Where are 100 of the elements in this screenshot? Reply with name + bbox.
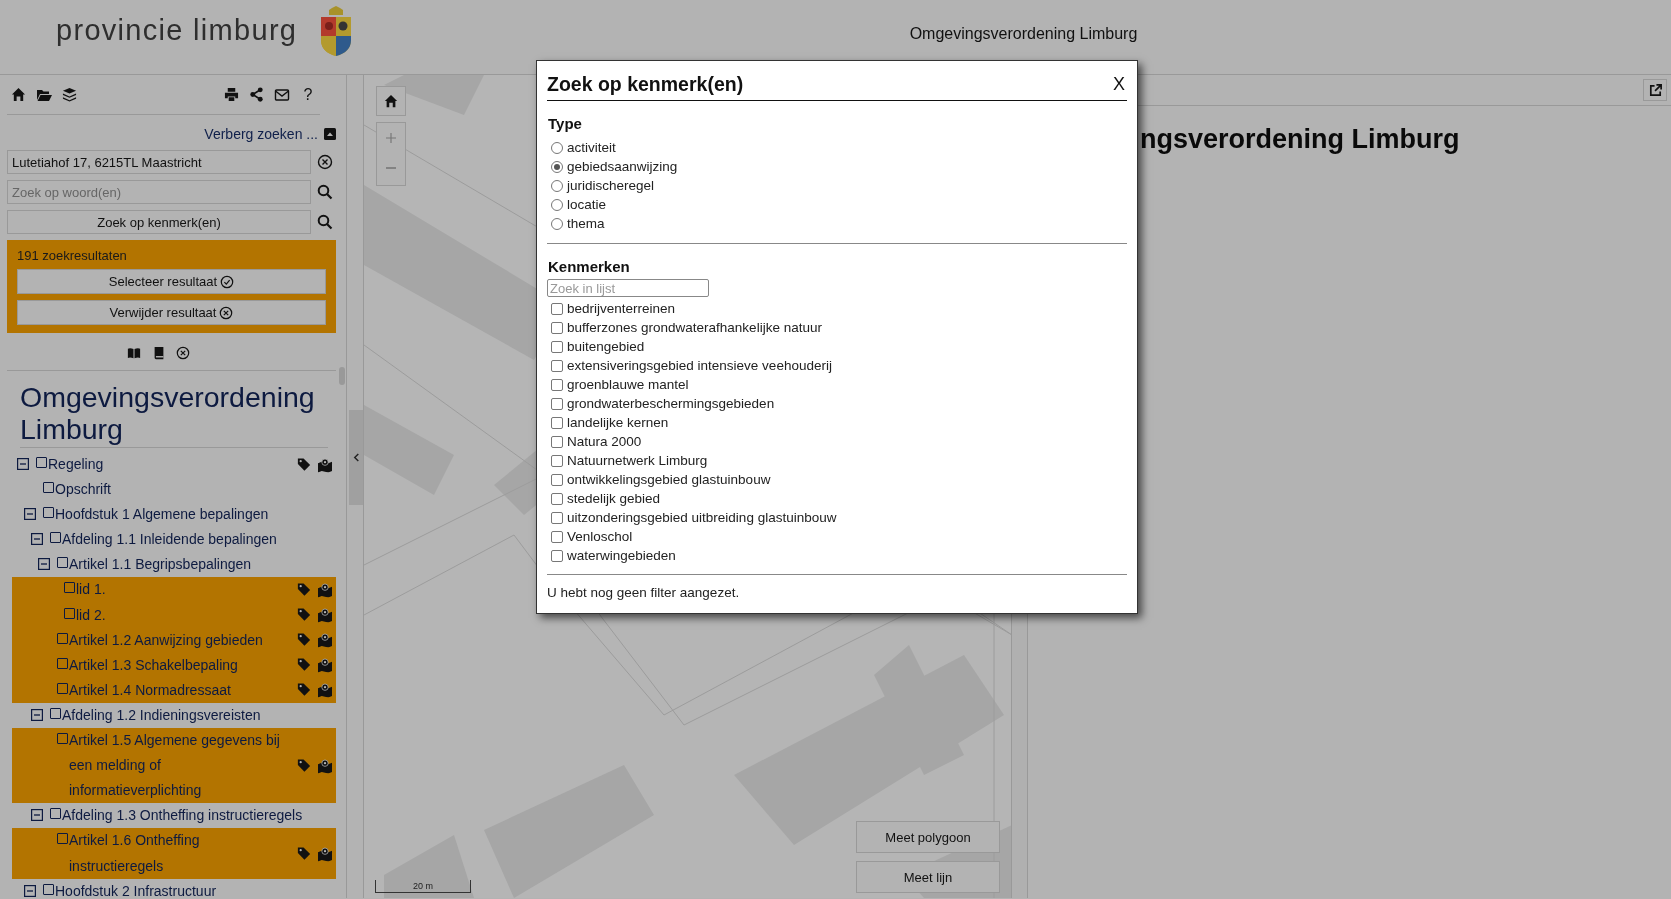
checkbox[interactable] [551,454,563,467]
tree-item[interactable]: lid 2. [76,602,336,628]
checkbox[interactable] [64,607,75,619]
checkbox[interactable] [57,733,68,745]
clear-icon[interactable] [317,154,333,170]
tree-item[interactable]: Artikel 1.1 Begripsbepalingen [69,552,336,578]
print-icon[interactable] [224,87,239,102]
checkbox[interactable] [551,359,563,372]
option-label[interactable]: buitengebied [567,339,645,354]
option-label[interactable]: landelijke kernen [567,415,669,430]
open-book-icon[interactable] [126,346,142,360]
tree-item[interactable]: Opschrift [55,477,336,503]
tree-item[interactable]: Artikel 1.2 Aanwijzing gebieden [69,627,336,653]
scrollbar-thumb[interactable] [339,367,345,385]
tree-item[interactable]: Afdeling 1.2 Indieningsvereisten [62,702,336,729]
option-label[interactable]: gebiedsaanwijzing [567,159,678,174]
tree-item[interactable]: Artikel 1.5 Algemene gegevens bij een melding of informatieverplichting [69,728,336,804]
checkbox[interactable] [551,397,563,410]
tree-item[interactable]: Artikel 1.4 Normadressaat [69,677,336,703]
collapse-icon[interactable] [38,558,50,571]
checkbox[interactable] [551,321,563,334]
close-circle-icon[interactable] [176,346,190,360]
checkbox[interactable] [551,549,563,562]
tree-item[interactable]: Afdeling 1.3 Ontheffing instructieregels [62,803,336,829]
map-marker-icon[interactable] [317,582,333,598]
layers-icon[interactable] [62,87,77,102]
tag-icon[interactable] [297,582,311,597]
home-icon[interactable] [11,87,26,102]
map-marker-icon[interactable] [317,632,333,648]
checkbox[interactable] [551,302,563,315]
map-marker-icon[interactable] [317,607,333,623]
share-icon[interactable] [249,87,264,102]
tag-icon[interactable] [297,758,311,773]
result-button[interactable]: Verwijder resultaat [17,300,326,325]
checkbox[interactable] [57,657,68,669]
option-label[interactable]: Natuurnetwerk Limburg [567,453,708,468]
tree-item[interactable]: Artikel 1.6 Ontheffing instructieregels [69,828,336,879]
address-field[interactable]: Lutetiahof 17, 6215TL Maastricht [7,150,311,174]
collapse-icon[interactable] [31,533,43,546]
option-label[interactable]: bedrijventerreinen [567,301,676,316]
tree-item[interactable]: Hoofdstuk 1 Algemene bepalingen [55,502,336,528]
search-icon[interactable] [317,214,333,230]
feature-search-button[interactable]: Zoek op kenmerk(en) [7,210,311,234]
checkbox[interactable] [551,416,563,429]
collapse-icon[interactable] [17,458,29,470]
checkbox[interactable] [64,582,75,594]
option-label[interactable]: grondwaterbeschermingsgebieden [567,396,775,411]
option-label[interactable]: thema [567,216,605,231]
collapse-icon[interactable] [31,708,43,721]
result-button[interactable]: Selecteer resultaat [17,269,326,294]
checkbox[interactable] [50,532,61,544]
checkbox[interactable] [551,511,563,524]
search-icon[interactable] [317,184,333,200]
option-label[interactable]: Venloschol [567,529,633,544]
option-label[interactable]: juridischeregel [567,178,655,193]
help-button[interactable]: ? [300,85,316,104]
option-label[interactable]: groenblauwe mantel [567,377,689,392]
option-label[interactable]: locatie [567,197,607,212]
open-external-button[interactable] [1643,79,1667,101]
map-home-button[interactable] [376,86,406,116]
map-marker-icon[interactable] [317,657,333,673]
checkbox[interactable] [43,883,54,895]
checkbox[interactable] [551,530,563,543]
checkbox[interactable] [43,482,54,494]
option-label[interactable]: extensiveringsgebied intensieve veehouderij [567,358,832,373]
map-marker-icon[interactable] [317,682,333,698]
checkbox[interactable] [50,707,61,719]
tag-icon[interactable] [297,657,311,672]
tag-icon[interactable] [297,846,311,860]
checkbox[interactable] [57,833,68,845]
option-label[interactable]: waterwingebieden [567,548,676,563]
option-label[interactable]: bufferzones grondwaterafhankelijke natuur [567,320,822,335]
checkbox[interactable] [57,557,68,569]
checkbox[interactable] [551,492,563,505]
search-field[interactable]: Zoek op woord(en) [7,180,311,204]
tree-item[interactable]: lid 1. [76,577,336,603]
measure-button[interactable]: Meet lijn [856,861,1000,893]
map-marker-icon[interactable] [317,846,333,861]
tree-item[interactable]: Afdeling 1.1 Inleidende bepalingen [62,527,336,553]
caret-up-icon[interactable] [324,128,336,140]
option-label[interactable]: ontwikkelingsgebied glastuinbouw [567,472,771,487]
mail-icon[interactable] [274,86,290,103]
close-button[interactable]: X [1113,74,1125,95]
option-label[interactable]: stedelijk gebied [567,491,661,506]
checkbox[interactable] [551,378,563,391]
tag-icon[interactable] [297,607,311,622]
collapse-icon[interactable] [24,508,36,521]
option-label[interactable]: uitzonderingsgebied uitbreiding glastuinbouw [567,510,837,525]
book-icon[interactable] [152,346,166,360]
filter-field[interactable]: Zoek in lijst [547,279,709,297]
collapse-icon[interactable] [31,809,43,822]
hide-search-link[interactable]: Verberg zoeken ... [204,126,318,142]
checkbox[interactable] [36,457,47,468]
option-label[interactable]: activiteit [567,140,616,155]
map-marker-icon[interactable] [317,758,333,774]
checkbox[interactable] [57,632,68,644]
checkbox[interactable] [57,682,68,694]
tag-icon[interactable] [297,632,311,647]
measure-button[interactable]: Meet polygoon [856,821,1000,853]
checkbox[interactable] [43,507,54,519]
